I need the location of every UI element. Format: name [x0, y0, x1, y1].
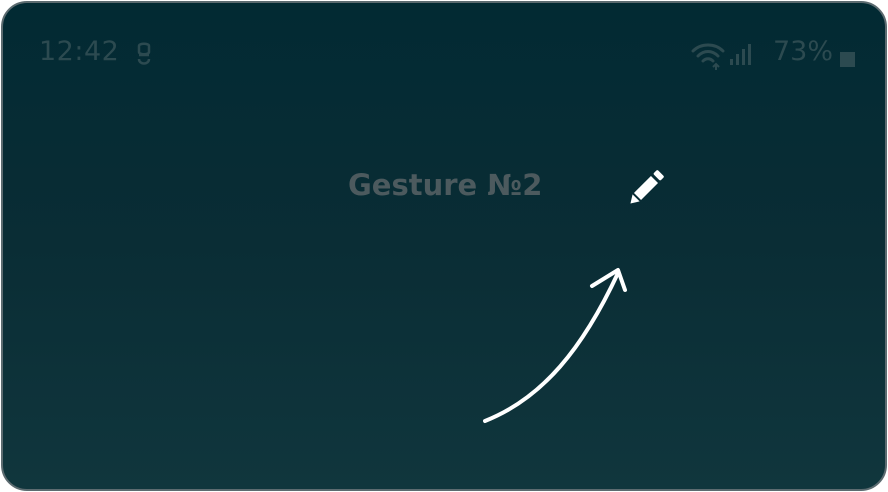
wifi-icon: [691, 42, 725, 70]
status-time: 12:42: [39, 36, 120, 67]
phone-screen: 12:42 73% Gesture №2: [1, 1, 887, 491]
pencil-icon[interactable]: [621, 163, 671, 213]
sync-icon: [133, 41, 155, 69]
battery-icon: [840, 52, 855, 67]
status-bar: 12:42 73%: [3, 3, 885, 70]
arrow-up-right-icon: [473, 258, 643, 433]
battery-percent: 73%: [772, 36, 833, 67]
gesture-title: Gesture №2: [348, 168, 543, 202]
signal-icon: [729, 42, 753, 66]
